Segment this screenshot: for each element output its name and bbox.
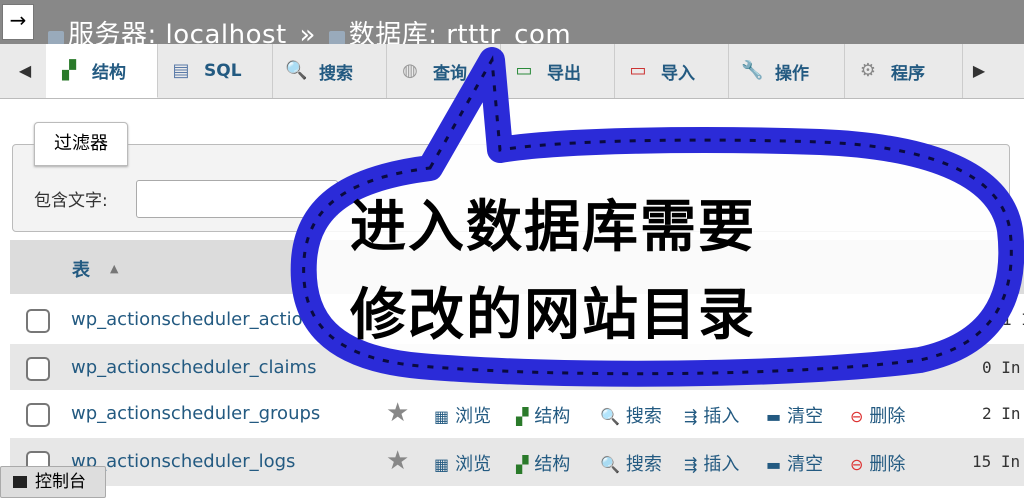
browse-label: 浏览 <box>455 406 492 427</box>
tab-label: 导出 <box>547 63 581 84</box>
search-icon: 🔍 <box>285 60 308 81</box>
search-action[interactable]: 🔍 搜索 <box>600 402 662 428</box>
drop-action[interactable]: ⊖ 删除 <box>850 450 905 476</box>
table-row: wp_actionscheduler_groups ★ ▦ 浏览 ▞ 结构 🔍 搜索 … <box>10 390 1024 438</box>
import-icon: ▭ <box>629 60 647 81</box>
structure-label: 结构 <box>534 454 571 475</box>
structure-icon: ▞ <box>516 407 529 426</box>
row-count: 15 In <box>972 452 1021 471</box>
favorite-star-icon[interactable]: ★ <box>386 446 409 476</box>
overlay-text-line-1: 进入数据库需要 <box>350 195 756 260</box>
tab-label: 搜索 <box>319 63 353 84</box>
insert-label: 插入 <box>703 406 740 427</box>
insert-icon: ⇶ <box>684 455 698 474</box>
row-checkbox[interactable] <box>26 403 50 427</box>
routines-icon: ⚙ <box>859 60 877 81</box>
overlay-text-line-2: 修改的网站目录 <box>350 283 756 348</box>
browse-action[interactable]: ▦ 浏览 <box>434 450 491 476</box>
empty-action[interactable]: ▬ 清空 <box>766 450 823 476</box>
tab-query[interactable]: ◍ 查询 <box>387 44 501 98</box>
tab-label: 操作 <box>775 63 809 84</box>
browse-action[interactable]: ▦ 浏览 <box>434 402 491 428</box>
drop-label: 删除 <box>869 454 906 475</box>
search-label: 搜索 <box>625 454 662 475</box>
structure-label: 结构 <box>534 406 571 427</box>
query-icon: ◍ <box>402 60 418 81</box>
table-name-link[interactable]: wp_actionscheduler_actions <box>71 309 323 330</box>
tab-label: 结构 <box>92 63 126 83</box>
search-action[interactable]: 🔍 搜索 <box>600 450 662 476</box>
console-toggle[interactable]: 控制台 <box>0 466 106 498</box>
browse-icon: ▦ <box>434 407 450 426</box>
sort-asc-icon: ▲ <box>110 262 119 275</box>
empty-label: 清空 <box>787 406 824 427</box>
filter-text-input[interactable] <box>136 180 338 218</box>
table-name-link[interactable]: wp_actionscheduler_claims <box>71 357 316 378</box>
breadcrumb-separator: » <box>299 20 316 44</box>
empty-label: 清空 <box>787 454 824 475</box>
structure-icon: ▞ <box>516 455 529 474</box>
browse-label: 浏览 <box>455 454 492 475</box>
console-icon <box>13 476 27 488</box>
drop-icon: ⊖ <box>850 455 864 474</box>
tab-bar: ◀ ▞ 结构 ▤ SQL 🔍 搜索 ◍ 查询 ▭ 导出 ▭ 导入 🔧 操作 ⚙ 程序 ▶ <box>0 44 1024 99</box>
export-icon: ▭ <box>515 60 533 81</box>
tab-label: 程序 <box>891 63 925 84</box>
sql-icon: ▤ <box>172 60 190 81</box>
tab-search[interactable]: 🔍 搜索 <box>273 44 387 98</box>
filter-contains-label: 包含文字: <box>34 191 108 211</box>
search-icon: 🔍 <box>600 455 620 474</box>
filter-legend: 过滤器 <box>34 122 128 166</box>
row-count: 0 In <box>982 358 1021 377</box>
table-row: wp_actionscheduler_claims 0 In <box>10 344 1024 392</box>
tab-label: SQL <box>204 61 242 81</box>
drop-icon: ⊖ <box>850 407 864 426</box>
row-count: 2 In <box>982 404 1021 423</box>
table-column-header[interactable]: 表 <box>72 256 90 282</box>
tab-label: 查询 <box>433 63 467 84</box>
row-checkbox[interactable] <box>26 309 50 333</box>
insert-action[interactable]: ⇶ 插入 <box>684 402 739 428</box>
scroll-left-icon[interactable]: ◀ <box>10 44 40 98</box>
server-icon <box>48 31 64 44</box>
empty-action[interactable]: ▬ 清空 <box>766 402 823 428</box>
empty-icon: ▬ <box>766 407 782 426</box>
tab-operations[interactable]: 🔧 操作 <box>729 44 845 98</box>
scroll-right-icon[interactable]: ▶ <box>964 44 994 98</box>
tab-routines[interactable]: ⚙ 程序 <box>845 44 963 98</box>
table-row: wp_actionscheduler_logs ★ ▦ 浏览 ▞ 结构 🔍 搜索 ⇶ 插… <box>10 438 1024 486</box>
drop-action[interactable]: ⊖ 删除 <box>850 402 905 428</box>
insert-label: 插入 <box>703 454 740 475</box>
favorite-star-icon[interactable]: ★ <box>386 398 409 428</box>
database-icon <box>328 31 345 44</box>
tab-import[interactable]: ▭ 导入 <box>615 44 729 98</box>
tab-label: 导入 <box>661 63 695 84</box>
search-icon: 🔍 <box>600 407 620 426</box>
tab-sql[interactable]: ▤ SQL <box>158 44 273 98</box>
insert-icon: ⇶ <box>684 407 698 426</box>
drop-label: 删除 <box>869 406 906 427</box>
back-arrow-button[interactable]: → <box>2 4 34 40</box>
browse-icon: ▦ <box>434 455 450 474</box>
insert-action[interactable]: ⇶ 插入 <box>684 450 739 476</box>
breadcrumb: 服务器: localhost » 数据库: rtttr_com <box>48 14 571 44</box>
top-bar: → 服务器: localhost » 数据库: rtttr_com <box>0 0 1024 44</box>
breadcrumb-database[interactable]: 数据库: rtttr_com <box>349 20 572 44</box>
table-name-link[interactable]: wp_actionscheduler_groups <box>71 403 320 424</box>
structure-action[interactable]: ▞ 结构 <box>516 402 570 428</box>
tab-export[interactable]: ▭ 导出 <box>501 44 615 98</box>
console-label: 控制台 <box>35 472 86 492</box>
breadcrumb-server[interactable]: 服务器: localhost <box>68 20 287 44</box>
structure-action[interactable]: ▞ 结构 <box>516 450 570 476</box>
row-count: 1 In <box>1002 310 1024 329</box>
tab-structure[interactable]: ▞ 结构 <box>46 44 158 98</box>
search-label: 搜索 <box>625 406 662 427</box>
wrench-icon: 🔧 <box>741 60 764 81</box>
empty-icon: ▬ <box>766 455 782 474</box>
row-checkbox[interactable] <box>26 357 50 381</box>
structure-icon: ▞ <box>62 59 76 81</box>
